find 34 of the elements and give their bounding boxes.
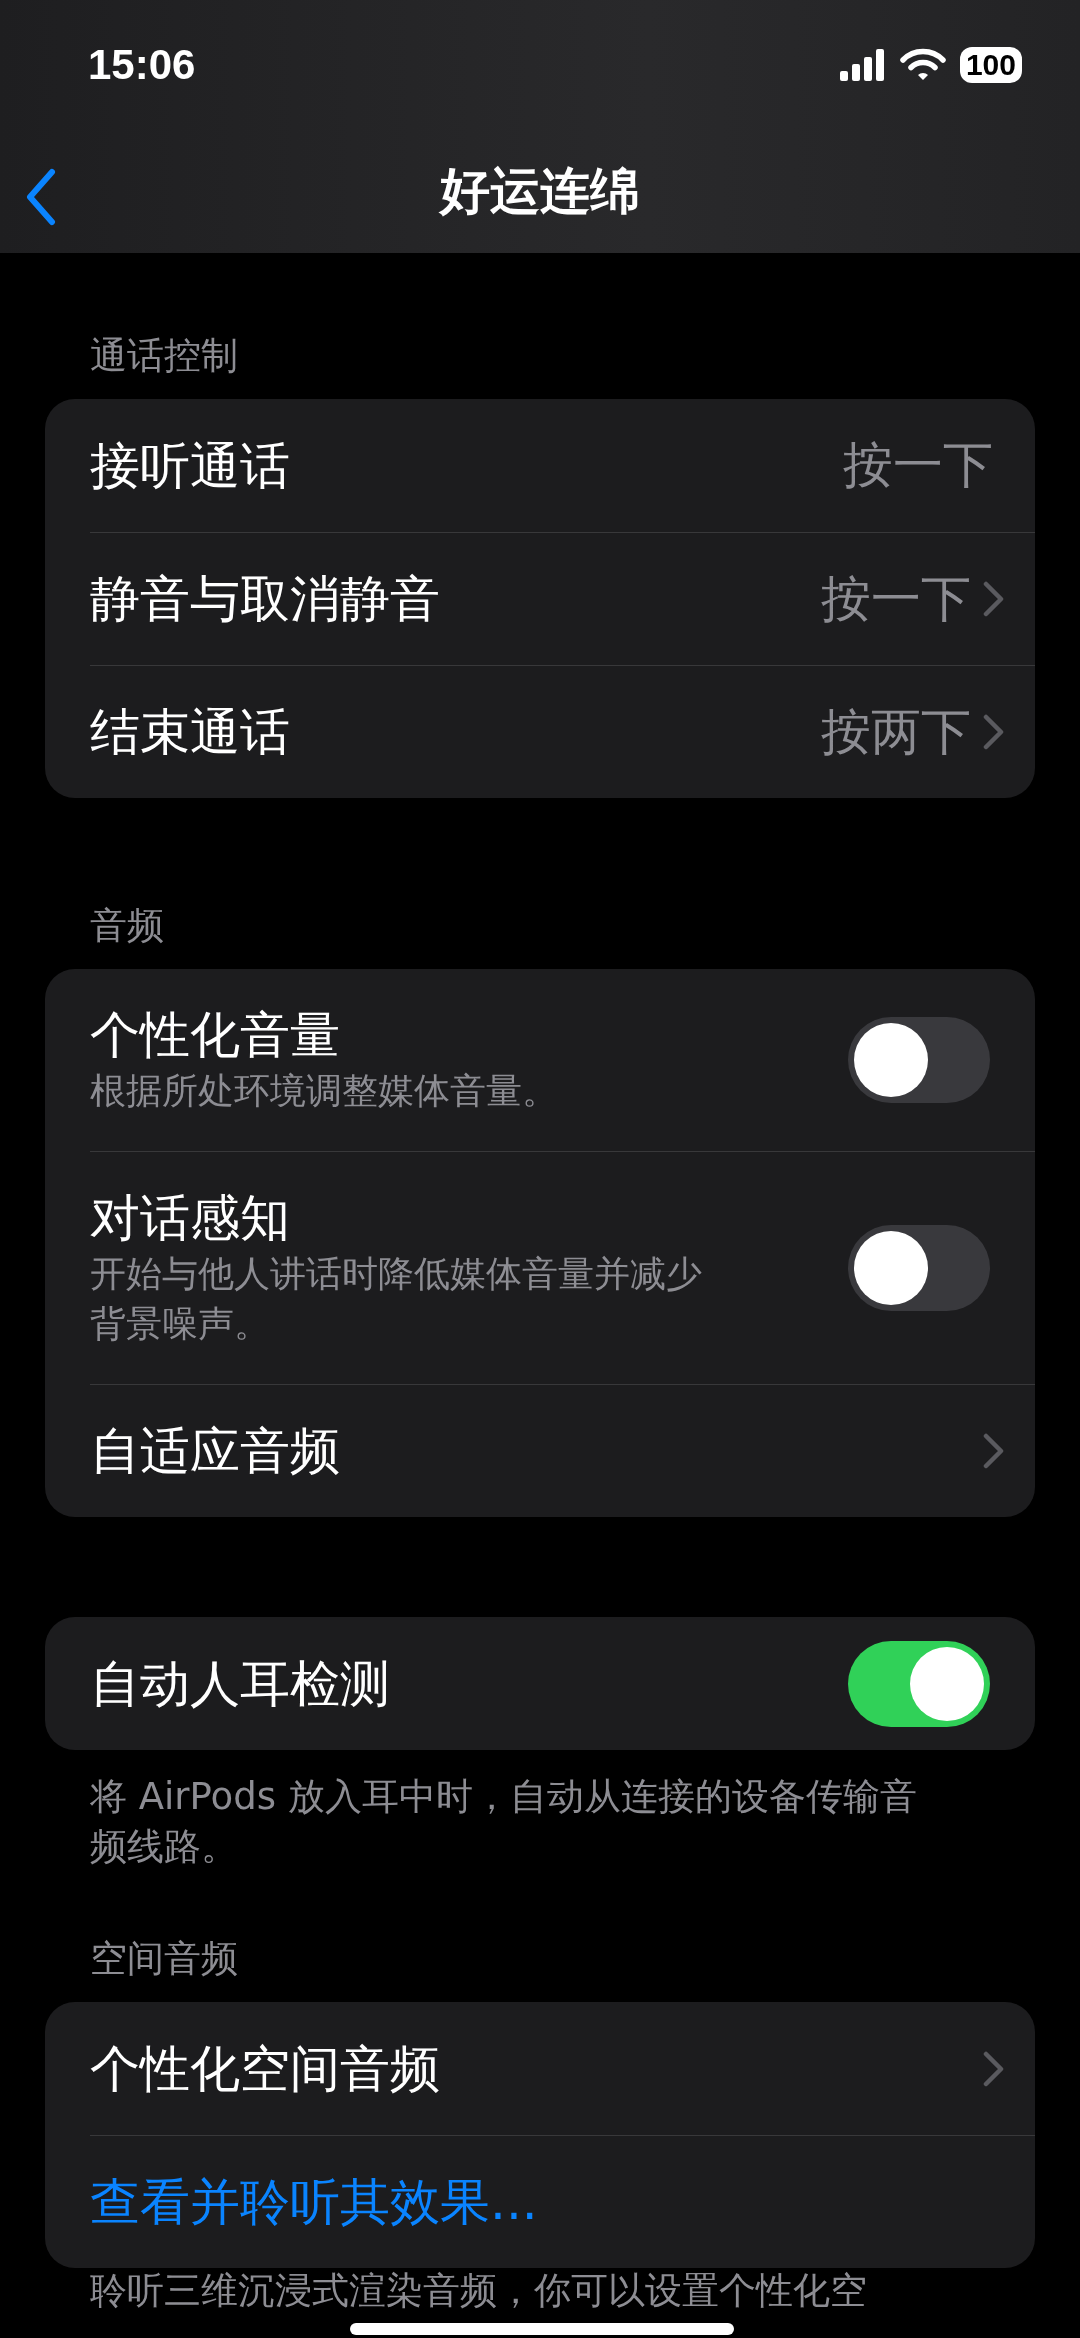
row-title: 自适应音频 bbox=[90, 1421, 340, 1482]
settings-row[interactable]: 个性化空间音频 bbox=[90, 2002, 1035, 2135]
row-value: 按一下 bbox=[843, 435, 993, 496]
row-value: 按一下 bbox=[821, 568, 971, 630]
chevron-icon bbox=[983, 2050, 1005, 2087]
settings-row[interactable]: 结束通话 按两下 bbox=[90, 665, 1035, 798]
row-title: 结束通话 bbox=[90, 702, 290, 763]
row-title: 个性化音量 bbox=[90, 1005, 340, 1066]
signal-icon bbox=[839, 49, 886, 81]
back-icon[interactable] bbox=[24, 168, 58, 226]
action-link[interactable]: 查看并聆听其效果... bbox=[90, 2171, 538, 2233]
section-header: 空间音频 bbox=[89, 1936, 239, 1982]
row-title: 接听通话 bbox=[90, 435, 290, 497]
chevron-icon bbox=[983, 714, 1005, 750]
chevron-icon bbox=[983, 581, 1005, 617]
row-title: 个性化空间音频 bbox=[90, 2038, 440, 2100]
row-value: 按两下 bbox=[821, 701, 971, 763]
row-title: 对话感知 bbox=[90, 1188, 290, 1249]
row-subtitle: 根据所处环境调整媒体音量。 bbox=[90, 1069, 558, 1113]
settings-row[interactable]: 静音与取消静音 按一下 bbox=[90, 532, 1035, 665]
nav-title: 好运连绵 bbox=[440, 161, 640, 222]
battery-level: 100 bbox=[959, 47, 1022, 83]
settings-row[interactable]: 接听通话 按一下 bbox=[90, 399, 1035, 532]
section-footer: 将 AirPods 放入耳中时，自动从连接的设备传输音频线路。 bbox=[90, 1772, 920, 1872]
section-header: 音频 bbox=[89, 903, 165, 949]
wifi-icon bbox=[899, 48, 946, 82]
settings-row[interactable]: 自适应音频 bbox=[90, 1384, 1035, 1517]
chevron-icon bbox=[983, 1433, 1005, 1469]
section-header: 通话控制 bbox=[89, 333, 239, 379]
row-subtitle: 开始与他人讲话时降低媒体音量并减少背景噪声。 bbox=[90, 1252, 703, 1346]
row-title: 自动人耳检测 bbox=[90, 1653, 390, 1715]
status-time: 15:06 bbox=[88, 41, 196, 89]
row-title: 静音与取消静音 bbox=[90, 569, 440, 630]
section-footer: 聆听三维沉浸式渲染音频，你可以设置个性化空 bbox=[90, 2272, 920, 2310]
